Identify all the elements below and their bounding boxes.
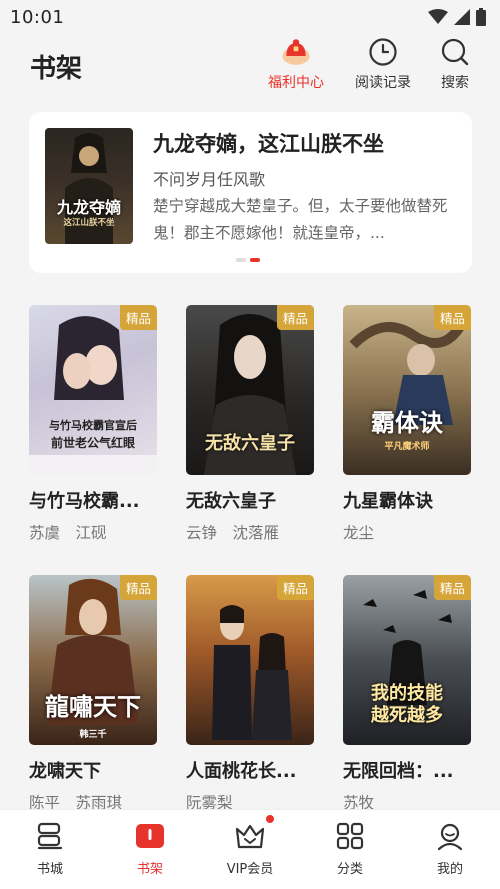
bookstore-icon [34, 820, 66, 852]
book-cover[interactable]: 精品 与竹马校霸官宣后 前世老公气红眼 [29, 305, 157, 475]
book-title: 九星霸体诀 [343, 491, 433, 512]
featured-book-card[interactable]: 九龙夺嫡 这江山朕不坐 九龙夺嫡，这江山朕不坐 不问岁月任风歌 楚宁穿越成大楚皇… [29, 112, 472, 273]
tab-label: 我的 [436, 862, 463, 877]
cover-text: 与竹马校霸官宣后 [49, 419, 137, 432]
cover-text-2: 越死越多 [371, 705, 443, 726]
tab-bookstore[interactable]: 书城 [0, 810, 100, 889]
book-title: 与竹马校霸... [29, 491, 140, 512]
user-icon [434, 820, 466, 852]
book-author: 云铮 沈落雁 [186, 524, 280, 542]
tab-profile[interactable]: 我的 [400, 810, 500, 889]
tab-bookshelf[interactable]: 书架 [100, 810, 200, 889]
cover-text-2: 韩三千 [79, 730, 107, 740]
wifi-icon [428, 9, 448, 24]
tab-label: 分类 [336, 862, 363, 877]
notification-dot [266, 815, 274, 823]
tab-label: 书城 [36, 862, 63, 877]
search-label: 搜索 [441, 75, 469, 91]
search-icon [439, 36, 471, 68]
featured-book-author: 不问岁月任风歌 [153, 170, 266, 189]
premium-badge: 精品 [276, 575, 314, 600]
book-item[interactable]: 精品 与竹马校霸官宣后 前世老公气红眼 与竹马校霸... 苏虞 江砚 [29, 305, 157, 543]
book-cover[interactable]: 精品 无敌六皇子 [186, 305, 314, 475]
tab-category[interactable]: 分类 [300, 810, 400, 889]
cover-text-2: 前世老公气红眼 [50, 436, 135, 450]
page-title: 书架 [30, 54, 83, 84]
book-title: 无敌六皇子 [186, 491, 276, 512]
category-grid-icon [334, 820, 366, 852]
carousel-dot-active [250, 258, 260, 262]
carousel-dot [236, 258, 246, 262]
premium-badge: 精品 [433, 305, 471, 330]
book-item[interactable]: 精品 龍嘯天下 韩三千 龙啸天下 陈平 苏雨琪 [29, 575, 157, 813]
featured-book-title: 九龙夺嫡，这江山朕不坐 [153, 132, 384, 156]
battery-icon [476, 8, 486, 26]
cover-text: 龍嘯天下 [45, 692, 141, 721]
featured-book-cover[interactable]: 九龙夺嫡 这江山朕不坐 [45, 128, 133, 244]
premium-badge: 精品 [276, 305, 314, 330]
book-cover[interactable]: 精品 龍嘯天下 韩三千 [29, 575, 157, 745]
book-title: 无限回档：... [343, 761, 454, 782]
book-author: 龙尘 [343, 524, 375, 542]
premium-badge: 精品 [119, 575, 157, 600]
cover-text-2: 平凡魔术师 [384, 442, 430, 452]
search-button[interactable]: 搜索 [420, 36, 490, 96]
book-author: 苏虞 江砚 [29, 524, 107, 542]
cover-text: 霸体诀 [371, 408, 443, 437]
status-icons [428, 8, 486, 26]
tab-label: VIP会员 [226, 862, 274, 877]
book-cover[interactable]: 精品 霸体诀 平凡魔术师 [343, 305, 471, 475]
book-item[interactable]: 精品 霸体诀 平凡魔术师 九星霸体诀 龙尘 [343, 305, 471, 543]
reading-history-label: 阅读记录 [355, 75, 411, 91]
book-cover[interactable]: 精品 [186, 575, 314, 745]
book-item[interactable]: 精品 人面桃花长... 阮雾梨 [186, 575, 314, 813]
tab-label: 书架 [136, 862, 163, 877]
book-title: 龙啸天下 [29, 761, 101, 782]
book-title: 人面桃花长... [186, 761, 297, 782]
welfare-center-button[interactable]: 福利中心 [261, 36, 331, 96]
clock-icon [367, 36, 399, 68]
signal-icon [454, 9, 470, 25]
book-item[interactable]: 精品 我的技能 越死越多 无限回档：... 苏牧 [343, 575, 471, 813]
cover-text: 无敌六皇子 [205, 433, 295, 454]
featured-book-description: 楚宁穿越成大楚皇子。但，太子要他做替死鬼！郡主不愿嫁他！就连皇帝，... [153, 197, 448, 242]
bottom-tab-bar: 书城 书架 VIP会员 分类 我的 [0, 809, 500, 889]
featured-cover-subtitle: 这江山朕不坐 [63, 218, 115, 228]
tab-vip[interactable]: VIP会员 [200, 810, 300, 889]
book-item[interactable]: 精品 无敌六皇子 无敌六皇子 云铮 沈落雁 [186, 305, 314, 543]
gift-icon [280, 36, 312, 68]
vip-crown-icon [234, 820, 266, 852]
featured-cover-title: 九龙夺嫡 [56, 198, 121, 217]
status-bar: 10:01 [0, 0, 500, 34]
welfare-center-label: 福利中心 [268, 75, 324, 91]
reading-history-button[interactable]: 阅读记录 [348, 36, 418, 96]
premium-badge: 精品 [433, 575, 471, 600]
carousel-indicator [236, 258, 260, 262]
bookshelf-icon [134, 820, 166, 852]
book-cover[interactable]: 精品 我的技能 越死越多 [343, 575, 471, 745]
premium-badge: 精品 [119, 305, 157, 330]
status-time: 10:01 [10, 6, 65, 28]
header: 书架 福利中心 阅读记录 搜索 [0, 34, 500, 100]
